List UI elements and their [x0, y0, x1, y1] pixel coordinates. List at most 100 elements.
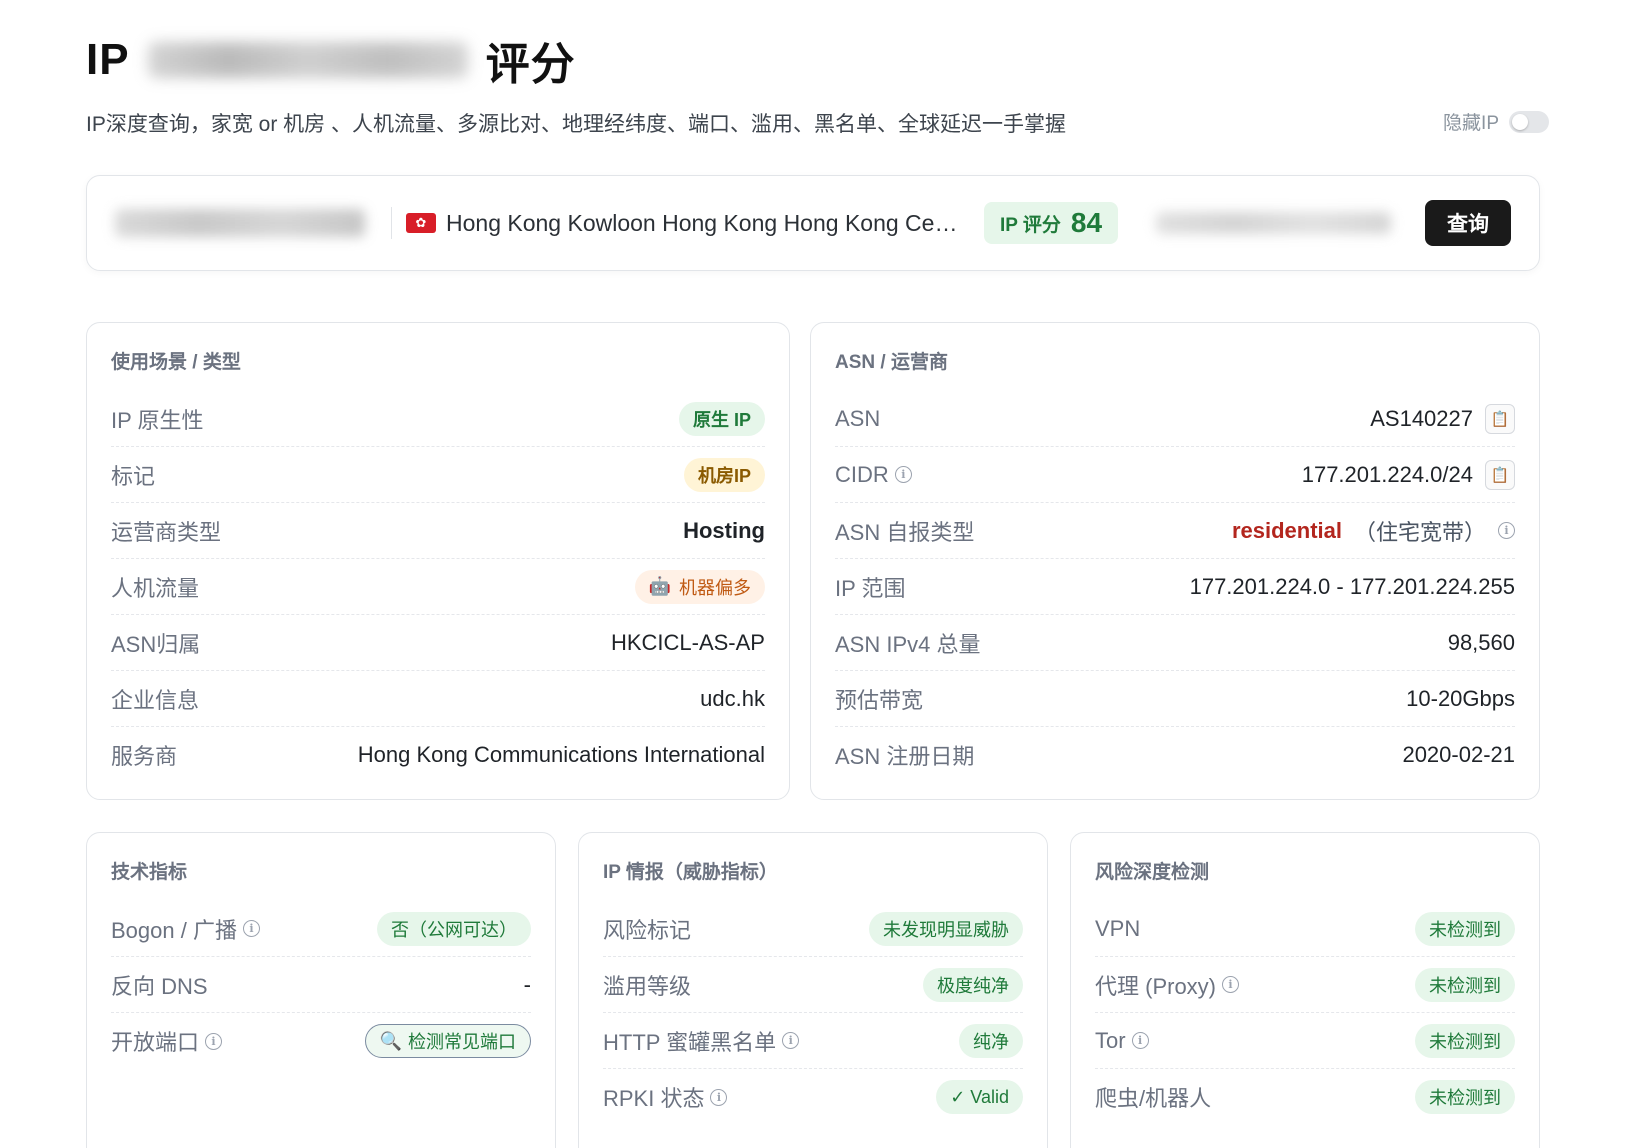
- row-vpn: VPN 未检测到: [1095, 901, 1515, 957]
- row-label: HTTP 蜜罐黑名单: [603, 1029, 777, 1055]
- honeypot-badge: 纯净: [959, 1023, 1023, 1058]
- company-value: udc.hk: [700, 685, 765, 711]
- row-ip-native: IP 原生性 原生 IP: [111, 391, 765, 447]
- row-asn-reg-date: ASN 注册日期 2020-02-21: [835, 727, 1515, 783]
- row-crawler: 爬虫/机器人 未检测到: [1095, 1069, 1515, 1125]
- row-tag: 标记 机房IP: [111, 447, 765, 503]
- carrier-type-value: Hosting: [683, 517, 765, 543]
- row-ipv4-total: ASN IPv4 总量 98,560: [835, 615, 1515, 671]
- crawler-badge: 未检测到: [1415, 1080, 1515, 1114]
- score-value: 84: [1070, 207, 1103, 238]
- row-label: ASN 注册日期: [835, 744, 975, 769]
- score-label: IP 评分: [1000, 214, 1061, 236]
- card-title: 风险深度检测: [1095, 861, 1210, 883]
- asn-self-type-extra: （住宅宽带）: [1353, 519, 1486, 545]
- provider-value: Hong Kong Communications International: [357, 742, 765, 767]
- clipboard-icon[interactable]: 📋: [1485, 403, 1515, 434]
- row-reverse-dns: 反向 DNS -: [111, 957, 531, 1013]
- risk-detection-card: 风险深度检测 VPN 未检测到 代理 (Proxy) i 未检测到 Tor i …: [1070, 832, 1540, 1148]
- row-label-group: HTTP 蜜罐黑名单 i: [603, 1025, 800, 1057]
- hide-ip-toggle[interactable]: [1509, 110, 1549, 133]
- row-label: VPN: [1095, 915, 1141, 941]
- bot-traffic-badge: 🤖 机器偏多: [634, 569, 765, 604]
- row-label: 滥用等级: [603, 973, 692, 999]
- row-carrier-type: 运营商类型 Hosting: [111, 503, 765, 559]
- ip-range-value: 177.201.224.0 - 177.201.224.255: [1189, 573, 1515, 599]
- datacenter-ip-badge: 机房IP: [683, 457, 765, 492]
- tech-indicators-card: 技术指标 Bogon / 广播 i 否（公网可达） 反向 DNS - 开放端口 …: [86, 832, 556, 1148]
- scan-ports-button[interactable]: 🔍 检测常见端口: [364, 1024, 531, 1058]
- row-label: IP 原生性: [111, 407, 204, 433]
- card-title: 使用场景 / 类型: [111, 351, 241, 373]
- row-bogon: Bogon / 广播 i 否（公网可达）: [111, 901, 531, 957]
- abuse-level-badge: 极度纯净: [923, 967, 1023, 1002]
- hide-ip-label: 隐藏IP: [1443, 113, 1499, 134]
- row-label: 预估带宽: [835, 687, 924, 713]
- row-risk-flag: 风险标记 未发现明显威胁: [603, 901, 1023, 957]
- card-title: IP 情报（威胁指标）: [603, 861, 778, 883]
- row-label: 服务商: [111, 744, 178, 769]
- row-label: ASN归属: [111, 631, 201, 657]
- row-label: 企业信息: [111, 687, 200, 713]
- ipv4-total-value: 98,560: [1447, 629, 1515, 655]
- row-label: 爬虫/机器人: [1095, 1086, 1212, 1111]
- page-title: IP 评分: [86, 30, 576, 90]
- row-label: 运营商类型: [111, 519, 222, 545]
- asn-value-group: AS140227 📋: [1370, 403, 1515, 434]
- row-company: 企业信息 udc.hk: [111, 671, 765, 727]
- clipboard-icon[interactable]: 📋: [1485, 459, 1515, 490]
- row-open-ports: 开放端口 i 🔍 检测常见端口: [111, 1013, 531, 1069]
- info-icon[interactable]: i: [1131, 1032, 1149, 1049]
- row-label: Bogon / 广播: [111, 917, 237, 943]
- row-proxy: 代理 (Proxy) i 未检测到: [1095, 957, 1515, 1013]
- ip-input[interactable]: [115, 209, 365, 237]
- row-bot-traffic: 人机流量 🤖 机器偏多: [111, 559, 765, 615]
- row-label-group: CIDR i: [835, 462, 912, 488]
- info-icon[interactable]: i: [782, 1032, 800, 1049]
- row-label: 人机流量: [111, 575, 200, 601]
- row-label: 反向 DNS: [111, 973, 208, 999]
- tor-badge: 未检测到: [1415, 1023, 1515, 1058]
- divider: [391, 207, 392, 239]
- row-label: ASN: [835, 405, 881, 431]
- row-label-group: RPKI 状态 i: [603, 1081, 728, 1113]
- asn-self-type-value: residential: [1231, 517, 1342, 543]
- asn-carrier-card: ASN / 运营商 ASN AS140227 📋 CIDR i 177.201.…: [810, 322, 1540, 800]
- hide-ip-control: 隐藏IP: [1443, 108, 1549, 135]
- row-label: 代理 (Proxy): [1095, 973, 1217, 999]
- asn-self-type-group: residential （住宅宽带） i: [1232, 515, 1515, 547]
- title-suffix: 评分: [485, 40, 576, 89]
- info-icon[interactable]: i: [205, 1032, 223, 1050]
- risk-flag-badge: 未发现明显威胁: [869, 911, 1023, 946]
- info-icon[interactable]: i: [1222, 976, 1240, 993]
- row-asn: ASN AS140227 📋: [835, 391, 1515, 447]
- robot-icon: 🤖: [648, 576, 671, 596]
- native-ip-badge: 原生 IP: [678, 401, 765, 436]
- cidr-value-group: 177.201.224.0/24 📋: [1302, 459, 1515, 490]
- row-label: RPKI 状态: [603, 1086, 705, 1111]
- threat-intel-card: IP 情报（威胁指标） 风险标记 未发现明显威胁 滥用等级 极度纯净 HTTP …: [578, 832, 1048, 1148]
- info-icon[interactable]: i: [1498, 522, 1515, 539]
- row-label: 风险标记: [603, 917, 692, 943]
- hong-kong-flag-icon: ✿: [406, 213, 436, 233]
- row-cidr: CIDR i 177.201.224.0/24 📋: [835, 447, 1515, 503]
- row-bandwidth: 预估带宽 10-20Gbps: [835, 671, 1515, 727]
- row-label: 标记: [111, 463, 156, 489]
- rpki-badge: ✓ Valid: [936, 1080, 1023, 1114]
- info-icon[interactable]: i: [242, 920, 260, 937]
- asn-owner-value: HKCICL-AS-AP: [610, 629, 765, 655]
- row-asn-self-type: ASN 自报类型 residential （住宅宽带） i: [835, 503, 1515, 559]
- bogon-badge: 否（公网可达）: [377, 911, 531, 946]
- row-abuse-level: 滥用等级 极度纯净: [603, 957, 1023, 1013]
- row-label: ASN IPv4 总量: [835, 631, 981, 657]
- card-title: ASN / 运营商: [835, 351, 948, 373]
- info-icon[interactable]: i: [894, 466, 912, 483]
- info-icon[interactable]: i: [710, 1088, 728, 1106]
- vpn-badge: 未检测到: [1415, 911, 1515, 946]
- row-label-group: 代理 (Proxy) i: [1095, 969, 1240, 1001]
- row-label: ASN 自报类型: [835, 519, 975, 545]
- row-http-honeypot: HTTP 蜜罐黑名单 i 纯净: [603, 1013, 1023, 1069]
- query-button[interactable]: 查询: [1425, 200, 1511, 246]
- row-provider: 服务商 Hong Kong Communications Internation…: [111, 727, 765, 783]
- row-label: IP 范围: [835, 575, 906, 601]
